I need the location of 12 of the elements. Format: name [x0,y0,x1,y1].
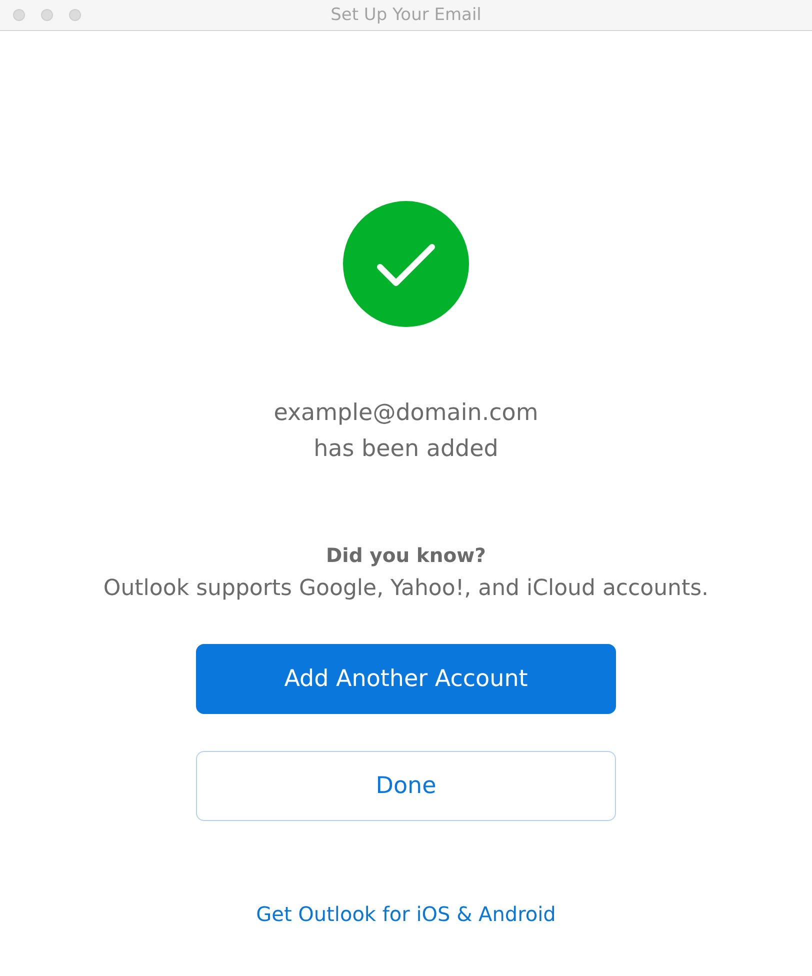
done-button[interactable]: Done [196,751,616,821]
window-title: Set Up Your Email [330,4,482,27]
add-account-button[interactable]: Add Another Account [196,644,616,714]
mobile-app-link[interactable]: Get Outlook for iOS & Android [256,901,556,927]
tip-heading: Did you know? [326,543,486,569]
tip-text: Outlook supports Google, Yahoo!, and iCloud accounts. [103,575,709,603]
minimize-window-button[interactable] [41,9,53,21]
zoom-window-button[interactable] [69,9,81,21]
checkmark-icon [343,201,469,327]
email-address: example@domain.com [274,399,538,428]
close-window-button[interactable] [13,9,25,21]
added-message: has been added [314,435,498,464]
